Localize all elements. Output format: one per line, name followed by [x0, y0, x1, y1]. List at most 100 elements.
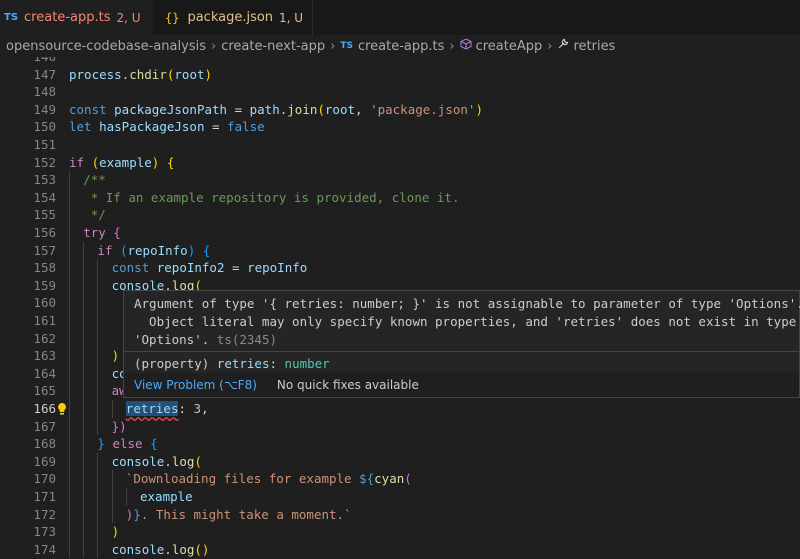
code-line[interactable]: 172)}. This might take a moment.` — [0, 505, 800, 524]
indent-guide — [69, 540, 70, 559]
indent-guide — [69, 276, 70, 295]
tab-problem-badge: 1, U — [279, 10, 304, 25]
code-line[interactable]: 157 if (repoInfo) { — [0, 241, 800, 260]
code-line[interactable]: 152 if (example) { — [0, 154, 800, 172]
code-token: , — [355, 101, 371, 117]
line-number: 162 — [33, 330, 56, 346]
code-line[interactable]: 153 /** — [0, 171, 800, 189]
indent-guide — [111, 488, 113, 506]
code-text: ) — [112, 523, 120, 541]
breadcrumb-item-folder[interactable]: opensource-codebase-analysis — [6, 39, 206, 54]
code-line[interactable]: 150 let hasPackageJson = false — [0, 118, 800, 136]
code-token: { — [113, 225, 121, 240]
lightbulb-icon[interactable] — [56, 402, 68, 416]
indent-guide — [83, 312, 85, 330]
indent-guide — [83, 364, 85, 383]
code-token: { — [202, 242, 211, 258]
indent-guide — [69, 452, 70, 471]
indent-guide — [69, 470, 70, 488]
code-line[interactable]: 168} else { — [0, 435, 800, 453]
code-text: console.log( — [112, 453, 202, 471]
breadcrumb-item-symbol[interactable]: createApp — [476, 39, 543, 54]
code-token: path — [249, 101, 280, 117]
indent-guide — [97, 347, 99, 365]
line-number: 168 — [33, 436, 56, 452]
indent-guide — [97, 470, 99, 488]
code-token: if — [97, 242, 120, 258]
line-number: 163 — [33, 348, 56, 364]
indent-guide — [111, 505, 113, 524]
code-text: const packageJsonPath = path.join(root, … — [69, 101, 483, 119]
line-number: 152 — [33, 154, 56, 170]
code-token: ( — [119, 242, 128, 258]
code-token: let — [69, 119, 100, 135]
code-token: = — [204, 119, 228, 135]
divider — [124, 351, 799, 352]
chevron-right-icon: › — [210, 38, 217, 54]
line-number: 148 — [33, 84, 56, 100]
tab-package-json[interactable]: {} package.json 1, U — [153, 0, 313, 35]
code-line[interactable]: 156 try { — [0, 224, 800, 242]
code-token: /** — [83, 172, 106, 188]
breadcrumb-item-file[interactable]: create-app.ts — [358, 39, 444, 54]
breadcrumb-item-property[interactable]: retries — [573, 39, 615, 54]
indent-guide — [69, 206, 70, 224]
typescript-file-icon: TS — [340, 41, 353, 51]
code-token: repoInfo — [247, 260, 308, 276]
code-line[interactable]: 154 * If an example repository is provid… — [0, 188, 800, 207]
code-line[interactable]: 167}) — [0, 417, 800, 436]
indent-guide — [97, 488, 99, 506]
code-token: ( — [91, 154, 100, 170]
indent-guide — [83, 347, 85, 365]
line-number: 147 — [33, 66, 56, 82]
chevron-right-icon: › — [449, 38, 455, 54]
code-token: = — [224, 260, 248, 276]
indent-guide — [69, 224, 70, 242]
code-line[interactable]: 169 console.log( — [0, 452, 800, 471]
code-line[interactable]: 171 example — [0, 488, 800, 506]
indent-guide — [83, 259, 85, 277]
tab-bar: TS create-app.ts 2, U {} package.json 1,… — [0, 0, 800, 35]
code-token: */ — [83, 207, 106, 223]
code-token: ) — [111, 524, 120, 540]
code-line[interactable]: 147 process.chdir(root) — [0, 66, 800, 84]
json-file-icon: {} — [165, 10, 180, 25]
line-number: 161 — [33, 313, 56, 328]
indent-guide — [69, 241, 70, 260]
code-text: ) — [112, 347, 120, 365]
code-token: ) — [111, 348, 120, 364]
view-problem-link[interactable]: View Problem (⌥F8) — [134, 378, 257, 392]
breadcrumb-item-folder[interactable]: create-next-app — [221, 39, 325, 54]
code-text: let hasPackageJson = false — [69, 118, 265, 136]
tab-create-app-ts[interactable]: TS create-app.ts 2, U — [0, 0, 153, 35]
code-line[interactable]: 166 retries: 3, — [0, 400, 800, 418]
code-line[interactable]: 148 — [0, 83, 800, 101]
code-line[interactable]: 146 — [0, 57, 800, 66]
code-token: . This might take a moment.` — [140, 506, 352, 522]
indent-guide — [97, 312, 99, 330]
indent-guide — [97, 540, 99, 559]
line-number: 164 — [33, 365, 56, 381]
code-line[interactable]: 158 const repoInfo2 = repoInfo — [0, 259, 800, 277]
code-token: else — [112, 436, 151, 452]
line-number: 174 — [33, 541, 56, 557]
code-line[interactable]: 149 const packageJsonPath = path.join(roo… — [0, 101, 800, 119]
code-token: } — [133, 506, 141, 522]
line-number: 172 — [33, 506, 56, 522]
code-token: ( — [194, 453, 202, 469]
indent-guide — [125, 488, 127, 506]
code-line[interactable]: 155 */ — [0, 206, 800, 224]
type-signature: (property) retries: number — [134, 356, 330, 371]
indent-guide — [97, 382, 99, 400]
line-number: 151 — [33, 137, 56, 152]
code-token: join — [287, 101, 318, 117]
tab-problem-badge: 2, U — [116, 10, 141, 25]
code-line[interactable]: 151 — [0, 136, 800, 154]
code-token: root — [324, 101, 356, 117]
code-line[interactable]: 174 console.log() — [0, 540, 800, 559]
indent-guide — [97, 364, 99, 383]
indent-guide — [97, 276, 99, 295]
indent-guide — [69, 400, 70, 418]
code-line[interactable]: 170 `Downloading files for example ${cyan… — [0, 470, 800, 488]
code-line[interactable]: 173) — [0, 523, 800, 541]
